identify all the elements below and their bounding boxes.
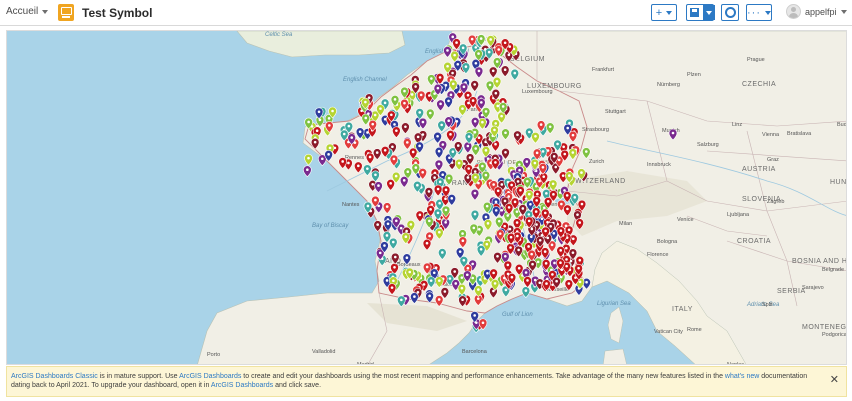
user-menu[interactable]: appelfpi	[786, 4, 847, 19]
save-icon	[690, 8, 699, 17]
plus-icon: +	[655, 6, 663, 19]
city-label: Frankfurt	[592, 67, 614, 73]
country-label: ITALY	[672, 306, 693, 313]
sea-label: Ligurian Sea	[597, 301, 631, 307]
sea-label: English Channel	[343, 77, 387, 83]
arcgis-dashboards-link-2[interactable]: ArcGIS Dashboards	[211, 382, 273, 389]
city-label: Budapest	[837, 122, 847, 128]
sea-label: Celtic Sea	[265, 32, 293, 38]
add-element-button[interactable]: +	[651, 4, 677, 21]
city-label: Strasbourg	[582, 127, 609, 133]
location-marker[interactable]	[304, 153, 313, 166]
country-label: CZECHIA	[742, 81, 776, 88]
city-label: Split	[762, 302, 773, 308]
city-label: Graz	[767, 157, 779, 163]
city-label: Nürnberg	[657, 82, 680, 88]
city-label: Stuttgart	[605, 109, 626, 115]
country-label: MONTENEGRO	[802, 324, 847, 331]
chevron-down-icon	[765, 10, 771, 15]
country-label: HUN	[830, 179, 847, 186]
city-label: Innsbruck	[647, 162, 671, 168]
basemap: Celtic SeaEnglish ChannelEnglish Channel…	[197, 31, 847, 365]
city-label: Bologna	[657, 239, 678, 245]
country-label: SWITZERLAND	[570, 178, 626, 185]
dashboard-title: Test Symbol	[82, 6, 153, 20]
city-label: Belgrade	[822, 267, 844, 273]
banner-text-1: is in mature support. Use	[97, 373, 180, 380]
city-label: Barcelona	[462, 349, 488, 355]
sea-label: Gulf of Lion	[502, 312, 533, 318]
city-label: Bratislava	[787, 131, 812, 137]
city-label: Sarajevo	[802, 285, 824, 291]
chevron-down-icon	[840, 9, 847, 14]
sea-label: Bay of Biscay	[312, 223, 349, 229]
map-widget[interactable]: Celtic SeaEnglish ChannelEnglish Channel…	[6, 30, 847, 365]
city-label: Podgorica	[822, 332, 847, 338]
city-label: Rome	[687, 327, 702, 333]
country-label: AUSTRIA	[742, 166, 776, 173]
dashboards-classic-link[interactable]: ArcGIS Dashboards Classic	[11, 373, 98, 380]
username: appelfpi	[805, 6, 837, 17]
mature-support-banner: ArcGIS Dashboards Classic is in mature s…	[6, 366, 847, 397]
arcgis-dashboards-link[interactable]: ArcGIS Dashboards	[179, 373, 241, 380]
ellipsis-icon: ···	[747, 6, 761, 19]
country-label: BOSNIA AND HERZEGOVINA	[792, 258, 847, 265]
location-marker[interactable]	[521, 286, 531, 299]
country-label: CROATIA	[737, 238, 771, 245]
banner-text-2: to create and edit your dashboards using…	[241, 373, 725, 380]
city-label: Milan	[619, 221, 632, 227]
city-label: Linz	[732, 122, 742, 128]
city-label: Plzen	[687, 72, 701, 78]
gear-icon	[724, 7, 736, 18]
city-label: Prague	[747, 57, 765, 63]
avatar	[786, 4, 801, 19]
city-label: Vienna	[762, 132, 780, 138]
city-label: Zurich	[589, 159, 604, 165]
city-label: Nantes	[342, 202, 360, 208]
city-label: Salzburg	[697, 142, 719, 148]
save-menu-toggle[interactable]	[703, 5, 715, 20]
chevron-down-icon	[706, 10, 712, 15]
chevron-down-icon	[666, 10, 673, 15]
city-label: Madrid	[357, 362, 374, 365]
location-marker[interactable]	[303, 165, 312, 178]
close-icon[interactable]: ✕	[830, 375, 839, 386]
city-label: Valladolid	[312, 349, 335, 355]
settings-button[interactable]	[721, 4, 739, 21]
chevron-down-icon	[42, 9, 49, 14]
whats-new-link[interactable]: what's new	[725, 373, 759, 380]
dashboard-logo-icon	[58, 4, 74, 21]
city-label: Florence	[647, 252, 668, 258]
banner-text-4: and click save.	[273, 382, 322, 389]
city-label: Naples	[727, 362, 744, 365]
save-button[interactable]	[686, 4, 715, 21]
city-label: Venice	[677, 217, 694, 223]
top-bar: Accueil Test Symbol + ··· appelfpi	[0, 0, 852, 26]
city-label: Zagreb	[767, 199, 784, 205]
city-label: Ljubljana	[727, 212, 750, 218]
more-options-button[interactable]: ···	[746, 4, 772, 21]
home-menu[interactable]: Accueil	[6, 6, 49, 17]
city-label: Vatican City	[654, 329, 683, 335]
city-label: Porto	[207, 352, 220, 358]
city-label: Luxembourg	[522, 89, 553, 95]
home-label: Accueil	[6, 6, 39, 17]
